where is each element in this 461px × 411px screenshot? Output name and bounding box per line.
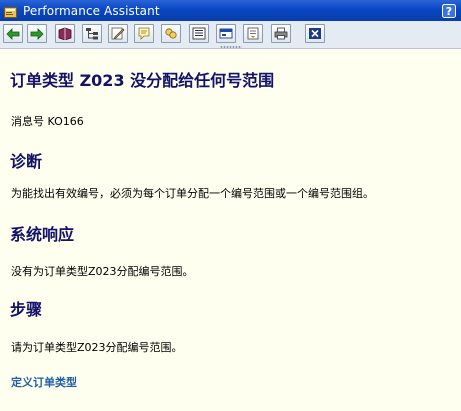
display-button[interactable]: [216, 24, 236, 43]
define-order-type-link[interactable]: 定义订单类型: [11, 374, 77, 390]
svg-text:?: ?: [446, 5, 452, 18]
structure-button[interactable]: [82, 24, 102, 43]
diagnosis-heading: 诊断: [10, 152, 43, 171]
system-response-heading: 系统响应: [10, 225, 75, 244]
print-button[interactable]: [271, 24, 291, 43]
document-button[interactable]: [189, 24, 209, 43]
help-content: 订单类型 Z023 没分配给任何号范围 消息号 KO166 诊断 为能找出有效编…: [0, 49, 461, 411]
pencil-icon: [111, 27, 125, 40]
settings-button[interactable]: [243, 24, 263, 43]
arrow-right-icon: [30, 27, 44, 40]
toolbar-grip[interactable]: [220, 46, 242, 48]
message-number: 消息号 KO166: [11, 115, 84, 128]
help-icon[interactable]: ?: [442, 3, 456, 18]
book-icon: [58, 27, 72, 40]
links-button[interactable]: [161, 24, 181, 43]
diagnosis-text: 为能找出有效编号，必须为每个订单分配一个编号范围或一个编号范围组。: [11, 187, 374, 200]
system-response-text: 没有为订单类型Z023分配编号范围。: [11, 265, 194, 278]
hierarchy-icon: [86, 28, 98, 40]
close-button[interactable]: [305, 24, 325, 43]
note-icon: [138, 27, 150, 40]
window-title: Performance Assistant: [23, 3, 160, 18]
window-icon: [219, 28, 233, 39]
link-icon: [165, 28, 177, 39]
message-title: 订单类型 Z023 没分配给任何号范围: [10, 71, 275, 90]
forward-button[interactable]: [27, 24, 47, 43]
printer-icon: [274, 27, 288, 40]
procedure-heading: 步骤: [10, 300, 43, 319]
toolbar: [0, 21, 461, 49]
document-icon: [192, 27, 206, 40]
sap-app-icon: [4, 4, 17, 18]
window-title-bar: Performance Assistant ?: [0, 0, 461, 21]
technical-info-button[interactable]: [55, 24, 75, 43]
annotation-button[interactable]: [134, 24, 154, 43]
back-button[interactable]: [3, 24, 23, 43]
settings-icon: [247, 27, 259, 40]
close-icon: [309, 28, 321, 39]
arrow-left-icon: [6, 27, 20, 40]
procedure-text: 请为订单类型Z023分配编号范围。: [11, 341, 183, 354]
edit-button[interactable]: [108, 24, 128, 43]
